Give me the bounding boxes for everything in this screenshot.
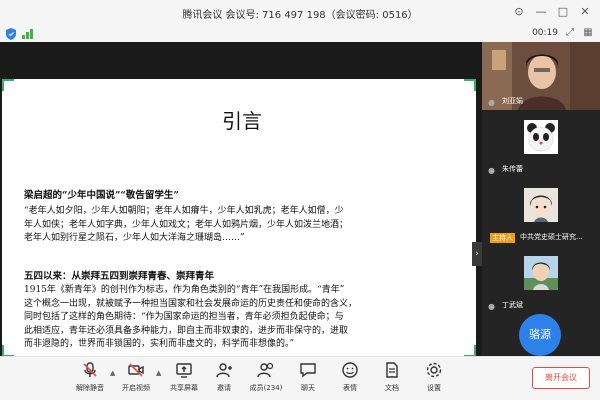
participant-tile[interactable]: ● 刘亚娟: [482, 42, 600, 110]
members-button[interactable]: 成员(234): [246, 361, 286, 397]
layout-icon[interactable]: ▦: [582, 27, 594, 39]
documents-button[interactable]: 文档: [372, 361, 412, 397]
members-label: 成员(234): [249, 384, 283, 392]
invite-button[interactable]: 邀请: [204, 361, 244, 397]
participant-name: 中共党史硕士研究...: [520, 233, 583, 241]
slide-title: 引言: [222, 109, 262, 133]
close-icon[interactable]: ✕: [576, 4, 594, 20]
participant-tile[interactable]: ● 朱传蕾: [482, 110, 600, 178]
paragraph-line: 1915年《新青年》的创刊作为标志，作为角色类别的“青年”在我国形成。“青年”: [24, 285, 345, 295]
emoji-icon: [342, 362, 358, 378]
invite-label: 邀请: [217, 384, 231, 392]
minimize-icon[interactable]: —: [532, 4, 550, 20]
anime-avatar-icon: [524, 188, 558, 222]
frame-corner: [464, 79, 476, 91]
video-options-caret-icon[interactable]: ▲: [156, 369, 161, 377]
leave-meeting-button[interactable]: 离开会议: [532, 367, 590, 389]
unmute-button[interactable]: 解除静音: [70, 361, 110, 397]
paragraph-line: 老年人如别行星之陨石，少年人如大洋海之珊瑚岛……”: [24, 233, 245, 243]
members-icon: [257, 362, 274, 378]
participant-initials-avatar[interactable]: 骆源: [519, 314, 561, 356]
share-screen-button[interactable]: 共享屏幕: [164, 361, 204, 397]
network-signal-icon[interactable]: [22, 29, 34, 39]
share-screen-icon: [176, 363, 192, 378]
mic-muted-icon: ●: [488, 302, 495, 311]
mic-muted-icon: [83, 362, 97, 377]
section-heading-1: 梁启超的“少年中国说”“敬告留学生”: [24, 190, 179, 201]
paragraph-line: 同时包括了这样的角色期待：“作为国家命运的担当者，青年必须担负起使命；与: [24, 312, 344, 322]
section-paragraph-1: “老年人如夕阳，少年人如朝阳；老年人如瘠牛，少年人如乳虎；老年人如僧，少 年人如…: [24, 205, 348, 246]
meeting-timer: 00:19: [532, 28, 558, 38]
document-icon: [386, 362, 398, 378]
frame-corner: [2, 79, 14, 91]
participant-name: 刘亚娟: [502, 97, 523, 105]
start-video-button[interactable]: 开启视频: [116, 361, 156, 397]
participant-video-list: ● 刘亚娟 ● 朱传蕾 主持人 中共党史硕士研究... ● 丁武斌 骆源: [482, 42, 600, 356]
camera-off-icon: [128, 363, 144, 377]
paragraph-line: 此相适应，青年还必须具备多种能力，即自主而非奴隶的，进步而非保守的，进取: [24, 325, 349, 336]
share-screen-label: 共享屏幕: [170, 384, 198, 392]
participant-video: [482, 42, 600, 110]
title-bar: 腾讯会议 会议号: 716 497 198（会议密码: 0516） ⊙ — □ …: [0, 0, 600, 26]
security-shield-icon[interactable]: [6, 28, 16, 40]
audio-options-caret-icon[interactable]: ▲: [110, 369, 115, 377]
participant-name: 朱传蕾: [502, 165, 523, 173]
chat-icon: [300, 363, 316, 378]
paragraph-line: “老年人如夕阳，少年人如朝阳；老年人如瘠牛，少年人如乳虎；老年人如僧，少: [24, 206, 344, 216]
window-controls: ⊙ — □ ✕: [510, 4, 594, 20]
mic-icon: ●: [488, 98, 495, 107]
paragraph-line: 这个概念一出现，就被赋予一种担当国家和社会发展命运的历史责任和使命的含义，: [24, 298, 358, 309]
character-avatar-icon: [524, 256, 558, 290]
pin-icon[interactable]: ⊙: [510, 4, 528, 20]
chat-label: 聊天: [301, 384, 315, 392]
reactions-button[interactable]: 表情: [330, 361, 370, 397]
section-heading-2: 五四以来：从崇拜五四到崇拜青春、崇拜青年: [24, 271, 215, 282]
panda-avatar-icon: [524, 120, 558, 154]
host-badge: 主持人: [490, 233, 515, 243]
fullscreen-icon[interactable]: ⤢: [564, 27, 576, 39]
settings-button[interactable]: 设置: [414, 361, 454, 397]
participant-name: 丁武斌: [502, 301, 523, 309]
paragraph-line: 而非退隐的，世界而非锁国的，实利而非虚文的，科学而非想像的。”: [24, 339, 295, 349]
settings-label: 设置: [427, 384, 441, 392]
paragraph-line: 年人如侠；老年人如字典，少年人如戏文；老年人如鸦片烟，少年人如泼兰地酒；: [24, 219, 349, 230]
section-paragraph-2: 1915年《新青年》的创刊作为标志，作为角色类别的“青年”在我国形成。“青年” …: [24, 284, 357, 352]
add-person-icon: [216, 363, 232, 378]
start-video-label: 开启视频: [122, 384, 150, 392]
meeting-toolbar: 解除静音 ▲ 开启视频 ▲ 共享屏幕 邀请 成员(234) 聊天 表情 文档 设…: [0, 356, 600, 400]
sidebar-toggle-chevron-icon[interactable]: ›: [472, 242, 482, 266]
unmute-label: 解除静音: [76, 384, 104, 392]
presentation-slide: 引言 梁启超的“少年中国说”“敬告留学生” “老年人如夕阳，少年人如朝阳；老年人…: [2, 79, 476, 357]
participant-tile[interactable]: 主持人 中共党史硕士研究...: [482, 178, 600, 246]
gear-icon: [426, 362, 442, 378]
chat-button[interactable]: 聊天: [288, 361, 328, 397]
mic-muted-icon: ●: [488, 166, 495, 175]
participant-tile[interactable]: ● 丁武斌: [482, 246, 600, 314]
maximize-icon[interactable]: □: [554, 4, 572, 20]
shared-screen-area: 引言 梁启超的“少年中国说”“敬告留学生” “老年人如夕阳，少年人如朝阳；老年人…: [0, 42, 482, 357]
status-bar: 00:19 ⤢ ▦: [0, 26, 600, 42]
reactions-label: 表情: [343, 384, 357, 392]
documents-label: 文档: [385, 384, 399, 392]
